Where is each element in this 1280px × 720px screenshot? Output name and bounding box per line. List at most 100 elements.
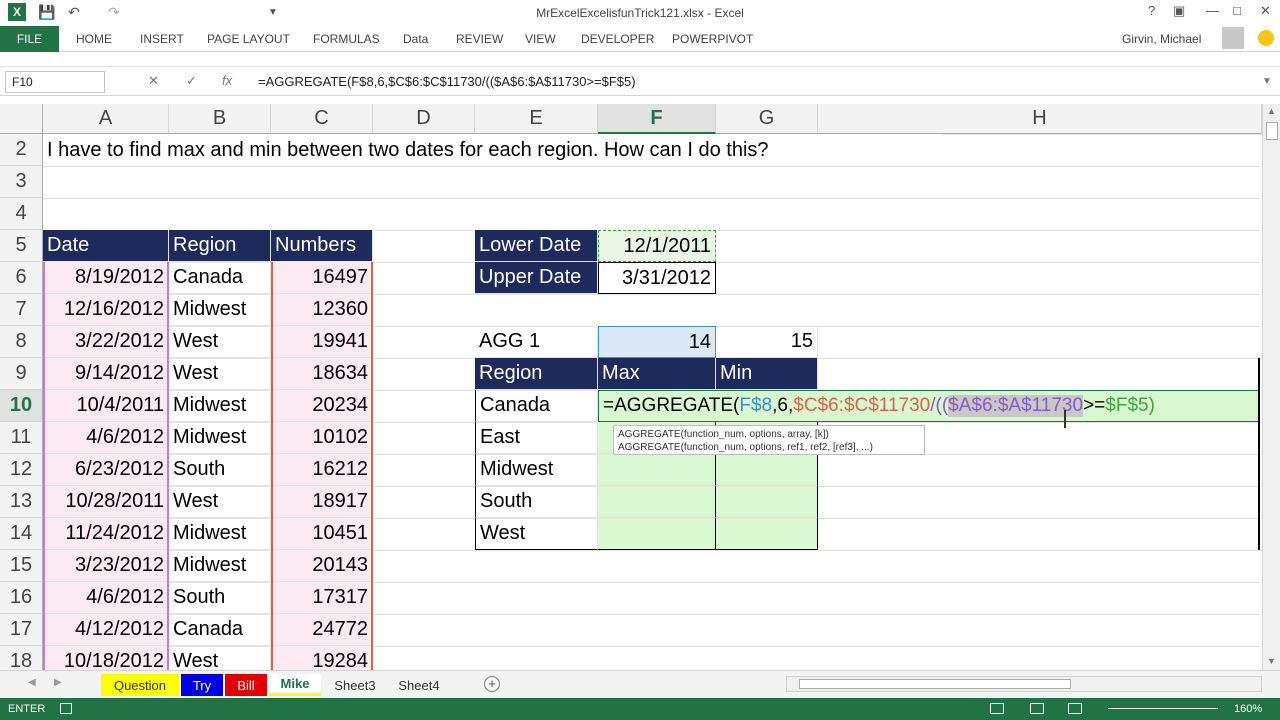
max-cell[interactable] [598, 454, 716, 486]
normal-view-icon[interactable] [990, 703, 1004, 714]
tab-prev-icon[interactable]: ◀ [28, 677, 36, 688]
vertical-scrollbar[interactable]: ▲ ▼ [1262, 104, 1280, 670]
lower-date-label[interactable]: Lower Date [475, 230, 598, 262]
region-cell[interactable]: Midwest [169, 518, 271, 550]
row-header[interactable]: 13 [0, 486, 43, 518]
row-header[interactable]: 12 [0, 454, 43, 486]
region-cell[interactable]: Canada [169, 262, 271, 294]
sheet-tab-mike[interactable]: Mike [269, 674, 321, 696]
question-text[interactable]: I have to find max and min between two d… [43, 134, 943, 166]
zoom-level[interactable]: 160% [1234, 703, 1262, 715]
ribbon-options-icon[interactable]: ▣ [1173, 3, 1185, 19]
scroll-down-icon[interactable]: ▼ [1267, 656, 1276, 666]
select-all-corner[interactable] [0, 104, 43, 134]
result-header-min[interactable]: Min [716, 358, 818, 390]
enter-icon[interactable]: ✓ [186, 73, 197, 89]
column-header-d[interactable]: D [373, 104, 475, 134]
min-cell[interactable] [716, 454, 818, 486]
column-header-h[interactable]: H [818, 104, 1262, 134]
result-region[interactable]: Canada [475, 390, 598, 422]
table-header-date[interactable]: Date [43, 230, 169, 262]
row-header[interactable]: 5 [0, 230, 43, 262]
tab-home[interactable]: HOME [76, 32, 112, 46]
max-cell[interactable] [598, 486, 716, 518]
vertical-scroll-thumb[interactable] [1266, 122, 1278, 140]
smiley-icon[interactable] [1258, 30, 1274, 46]
zoom-slider[interactable] [1108, 708, 1218, 709]
tab-insert[interactable]: INSERT [140, 32, 184, 46]
result-header-region[interactable]: Region [475, 358, 598, 390]
minimize-icon[interactable]: — [1206, 3, 1219, 18]
lower-date-value[interactable]: 12/1/2011 [598, 230, 716, 262]
result-region[interactable]: West [475, 518, 598, 550]
tab-review[interactable]: REVIEW [456, 32, 503, 46]
sheet-tab-try[interactable]: Try [181, 674, 223, 696]
result-region[interactable]: East [475, 422, 598, 454]
macro-record-icon[interactable] [60, 703, 72, 714]
result-header-max[interactable]: Max [598, 358, 716, 390]
column-header-g[interactable]: G [716, 104, 818, 134]
tab-developer[interactable]: DEVELOPER [581, 32, 654, 46]
result-region[interactable]: South [475, 486, 598, 518]
region-cell[interactable]: West [169, 646, 271, 670]
tab-view[interactable]: VIEW [525, 32, 556, 46]
row-header[interactable]: 8 [0, 326, 43, 358]
tab-formulas[interactable]: FORMULAS [313, 32, 380, 46]
agg-g-value[interactable]: 15 [716, 326, 818, 358]
upper-date-value[interactable]: 3/31/2012 [598, 262, 716, 294]
maximize-icon[interactable]: □ [1233, 3, 1241, 18]
new-sheet-icon[interactable]: + [484, 676, 500, 692]
column-header-f[interactable]: F [598, 104, 716, 134]
result-region[interactable]: Midwest [475, 454, 598, 486]
tab-file[interactable]: FILE [0, 26, 59, 52]
region-cell[interactable]: West [169, 326, 271, 358]
tooltip-line-2[interactable]: AGGREGATE(function_num, options, ref1, r… [618, 441, 920, 454]
region-cell[interactable]: Canada [169, 614, 271, 646]
region-cell[interactable]: Midwest [169, 422, 271, 454]
row-header[interactable]: 17 [0, 614, 43, 646]
region-cell[interactable]: West [169, 358, 271, 390]
sheet-tab-question[interactable]: Question [101, 674, 179, 696]
expand-formula-icon[interactable]: ▼ [1262, 76, 1272, 87]
row-header[interactable]: 7 [0, 294, 43, 326]
region-cell[interactable]: West [169, 486, 271, 518]
avatar[interactable] [1222, 27, 1244, 49]
min-cell[interactable] [716, 486, 818, 518]
page-layout-view-icon[interactable] [1030, 703, 1044, 714]
region-cell[interactable]: Midwest [169, 294, 271, 326]
table-header-region[interactable]: Region [169, 230, 271, 262]
scroll-up-icon[interactable]: ▲ [1267, 106, 1276, 116]
sheet-tab-bill[interactable]: Bill [225, 674, 267, 696]
column-header-c[interactable]: C [271, 104, 373, 134]
region-cell[interactable]: Midwest [169, 550, 271, 582]
row-header[interactable]: 6 [0, 262, 43, 294]
sheet-tab-sheet3[interactable]: Sheet3 [327, 674, 383, 696]
row-header[interactable]: 4 [0, 198, 43, 230]
tab-data[interactable]: Data [403, 32, 428, 46]
column-header-e[interactable]: E [475, 104, 598, 134]
row-header[interactable]: 18 [0, 646, 43, 670]
agg-f-value[interactable]: 14 [598, 326, 716, 358]
row-header[interactable]: 3 [0, 166, 43, 198]
row-header[interactable]: 2 [0, 134, 43, 166]
close-icon[interactable]: ✕ [1260, 3, 1271, 19]
page-break-view-icon[interactable] [1068, 703, 1082, 714]
cancel-icon[interactable]: ✕ [148, 73, 159, 89]
row-header[interactable]: 11 [0, 422, 43, 454]
horizontal-scroll-thumb[interactable] [799, 679, 1071, 689]
tooltip-line-1[interactable]: AGGREGATE(function_num, options, array, … [618, 428, 920, 441]
agg-label[interactable]: AGG 1 [475, 326, 598, 358]
region-cell[interactable]: South [169, 454, 271, 486]
user-name[interactable]: Girvin, Michael [1122, 32, 1201, 46]
column-header-b[interactable]: B [169, 104, 271, 134]
worksheet-grid[interactable]: A B C D E F G H 2 3 4 5 6 7 8 9 10 11 12… [0, 104, 1262, 670]
row-header[interactable]: 16 [0, 582, 43, 614]
horizontal-scrollbar[interactable] [786, 676, 1262, 692]
insert-function-icon[interactable]: fx [222, 73, 232, 88]
tab-page-layout[interactable]: PAGE LAYOUT [207, 32, 290, 46]
region-cell[interactable]: Midwest [169, 390, 271, 422]
active-cell-editor[interactable]: =AGGREGATE(F$8,6, $C$6:$C$11730/(($A$6:$A… [598, 390, 1260, 422]
formula-input[interactable]: =AGGREGATE(F$8,6,$C$6:$C$11730/(($A$6:$A… [258, 74, 636, 89]
row-header[interactable]: 9 [0, 358, 43, 390]
row-header[interactable]: 14 [0, 518, 43, 550]
